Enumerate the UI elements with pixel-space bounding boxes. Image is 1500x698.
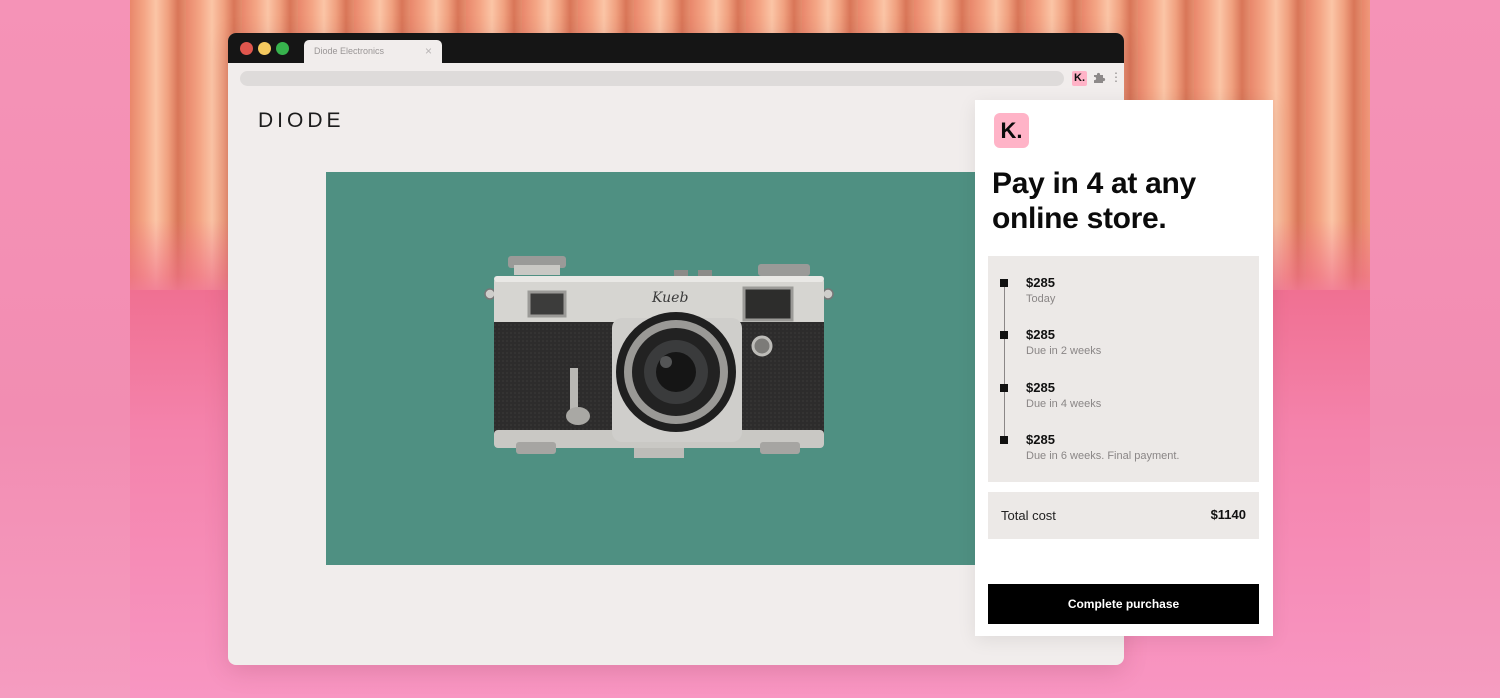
panel-headline: Pay in 4 at any online store. [992, 167, 1196, 235]
schedule-step: $285 Due in 4 weeks [988, 361, 1259, 410]
camera-illustration: Kueb [484, 256, 834, 458]
browser-toolbar: K. ⋮ [228, 63, 1124, 93]
step-description: Due in 2 weeks [1026, 345, 1102, 357]
address-bar[interactable] [240, 71, 1064, 86]
schedule-step: $285 Today [988, 256, 1259, 305]
store-logo[interactable]: DIODE [258, 109, 345, 133]
step-marker [1000, 436, 1008, 444]
schedule-step: $285 Due in 6 weeks. Final payment. [988, 413, 1259, 462]
step-description: Due in 4 weeks [1026, 398, 1102, 410]
browser-tab[interactable]: Diode Electronics × [304, 40, 442, 63]
klarna-payment-panel: K. Pay in 4 at any online store. $285 To… [975, 100, 1273, 636]
kebab-menu-icon[interactable]: ⋮ [1110, 70, 1122, 84]
window-minimize-button[interactable] [258, 42, 271, 55]
step-marker [1000, 279, 1008, 287]
step-amount: $285 [1026, 380, 1055, 395]
step-description: Today [1026, 293, 1056, 305]
klarna-extension-icon[interactable]: K. [1072, 71, 1087, 86]
step-marker [1000, 331, 1008, 339]
total-cost-row: Total cost $1140 [988, 492, 1259, 539]
browser-titlebar: Diode Electronics × [228, 33, 1124, 63]
step-amount: $285 [1026, 275, 1055, 290]
step-amount: $285 [1026, 432, 1055, 447]
tab-title: Diode Electronics [314, 46, 385, 56]
payment-schedule: $285 Today $285 Due in 2 weeks $285 Due … [988, 256, 1259, 482]
step-description: Due in 6 weeks. Final payment. [1026, 450, 1180, 462]
window-close-button[interactable] [240, 42, 253, 55]
klarna-logo: K. [994, 113, 1029, 148]
puzzle-icon[interactable] [1092, 70, 1106, 84]
product-image: Kueb [326, 172, 986, 565]
complete-purchase-button[interactable]: Complete purchase [988, 584, 1259, 624]
step-amount: $285 [1026, 327, 1055, 342]
schedule-step: $285 Due in 2 weeks [988, 308, 1259, 357]
total-cost-label: Total cost [1001, 508, 1056, 523]
total-cost-value: $1140 [1210, 507, 1246, 522]
step-marker [1000, 384, 1008, 392]
background-left [0, 0, 130, 698]
close-icon[interactable]: × [425, 44, 432, 58]
background-right [1370, 0, 1500, 698]
svg-text:Kueb: Kueb [651, 290, 688, 306]
window-maximize-button[interactable] [276, 42, 289, 55]
